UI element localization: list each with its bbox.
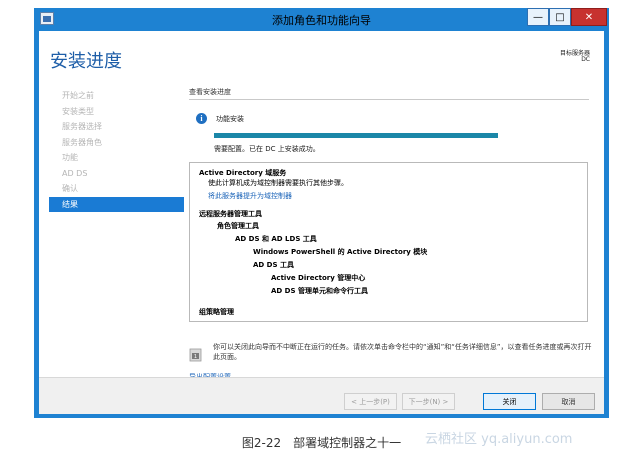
next-button[interactable]: 下一步(N) >: [402, 393, 455, 410]
progress-fill: [214, 133, 498, 138]
svg-text:1: 1: [194, 354, 197, 360]
install-progress-bar: [214, 133, 498, 138]
wizard-window: 添加角色和功能向导 — □ ✕ 安装进度 目标服务器 DC 开始之前 安装类型 …: [34, 8, 609, 418]
nav-item-ad-ds[interactable]: AD DS: [49, 166, 184, 182]
nav-item-before-you-begin[interactable]: 开始之前: [49, 88, 184, 104]
nav-item-server-selection[interactable]: 服务器选择: [49, 119, 184, 135]
result-adds-tools: AD DS 工具: [253, 261, 294, 269]
wizard-footer: < 上一步(P) 下一步(N) > 关闭 取消: [39, 377, 604, 414]
nav-item-results[interactable]: 结果: [49, 196, 184, 212]
watermark: 云栖社区 yq.aliyun.com: [425, 432, 573, 447]
nav-item-server-roles[interactable]: 服务器角色: [49, 135, 184, 151]
info-icon: i: [196, 113, 207, 124]
minimize-button[interactable]: —: [527, 8, 549, 26]
flag-icon: 1: [189, 348, 202, 362]
result-role-tools: 角色管理工具: [217, 222, 259, 230]
close-button[interactable]: 关闭: [483, 393, 536, 410]
page-title: 安装进度: [50, 51, 122, 72]
result-snapins: AD DS 管理单元和命令行工具: [271, 287, 368, 295]
results-panel[interactable]: Active Directory 域服务 使此计算机成为域控制器需要执行其他步骤…: [189, 162, 588, 322]
title-bar: 添加角色和功能向导 — □ ✕: [34, 8, 609, 30]
result-powershell-module: Windows PowerShell 的 Active Directory 模块: [253, 248, 428, 256]
nav-item-features[interactable]: 功能: [49, 150, 184, 166]
cancel-button[interactable]: 取消: [542, 393, 595, 410]
close-wizard-note: 你可以关闭此向导而不中断正在运行的任务。请依次单击命令栏中的“通知”和“任务详细…: [213, 343, 592, 361]
result-ad-admin-center: Active Directory 管理中心: [271, 274, 366, 282]
nav-item-confirmation[interactable]: 确认: [49, 181, 184, 197]
result-ad-ds-detail: 使此计算机成为域控制器需要执行其他步骤。: [208, 179, 348, 187]
window-title: 添加角色和功能向导: [272, 14, 371, 27]
target-server-value: DC: [581, 56, 590, 63]
wizard-client-area: 安装进度 目标服务器 DC 开始之前 安装类型 服务器选择 服务器角色 功能 A…: [39, 31, 604, 414]
main-content: 查看安装进度 i 功能安装 需要配置。已在 DC 上安装成功。 Active D…: [189, 87, 594, 381]
wizard-nav: 开始之前 安装类型 服务器选择 服务器角色 功能 AD DS 确认 结果: [49, 88, 184, 212]
maximize-button[interactable]: □: [549, 8, 571, 26]
result-rsat: 远程服务器管理工具: [199, 210, 262, 218]
result-adds-adlds-tools: AD DS 和 AD LDS 工具: [235, 235, 317, 243]
previous-button[interactable]: < 上一步(P): [344, 393, 397, 410]
install-status: 需要配置。已在 DC 上安装成功。: [214, 145, 320, 153]
result-ad-ds: Active Directory 域服务: [199, 169, 287, 177]
close-window-button[interactable]: ✕: [571, 8, 607, 26]
install-label: 功能安装: [216, 115, 244, 123]
promote-dc-link[interactable]: 将此服务器提升为域控制器: [208, 191, 292, 201]
result-gpmc: 组策略管理: [199, 308, 234, 316]
nav-item-install-type[interactable]: 安装类型: [49, 104, 184, 120]
section-title: 查看安装进度: [189, 87, 589, 100]
